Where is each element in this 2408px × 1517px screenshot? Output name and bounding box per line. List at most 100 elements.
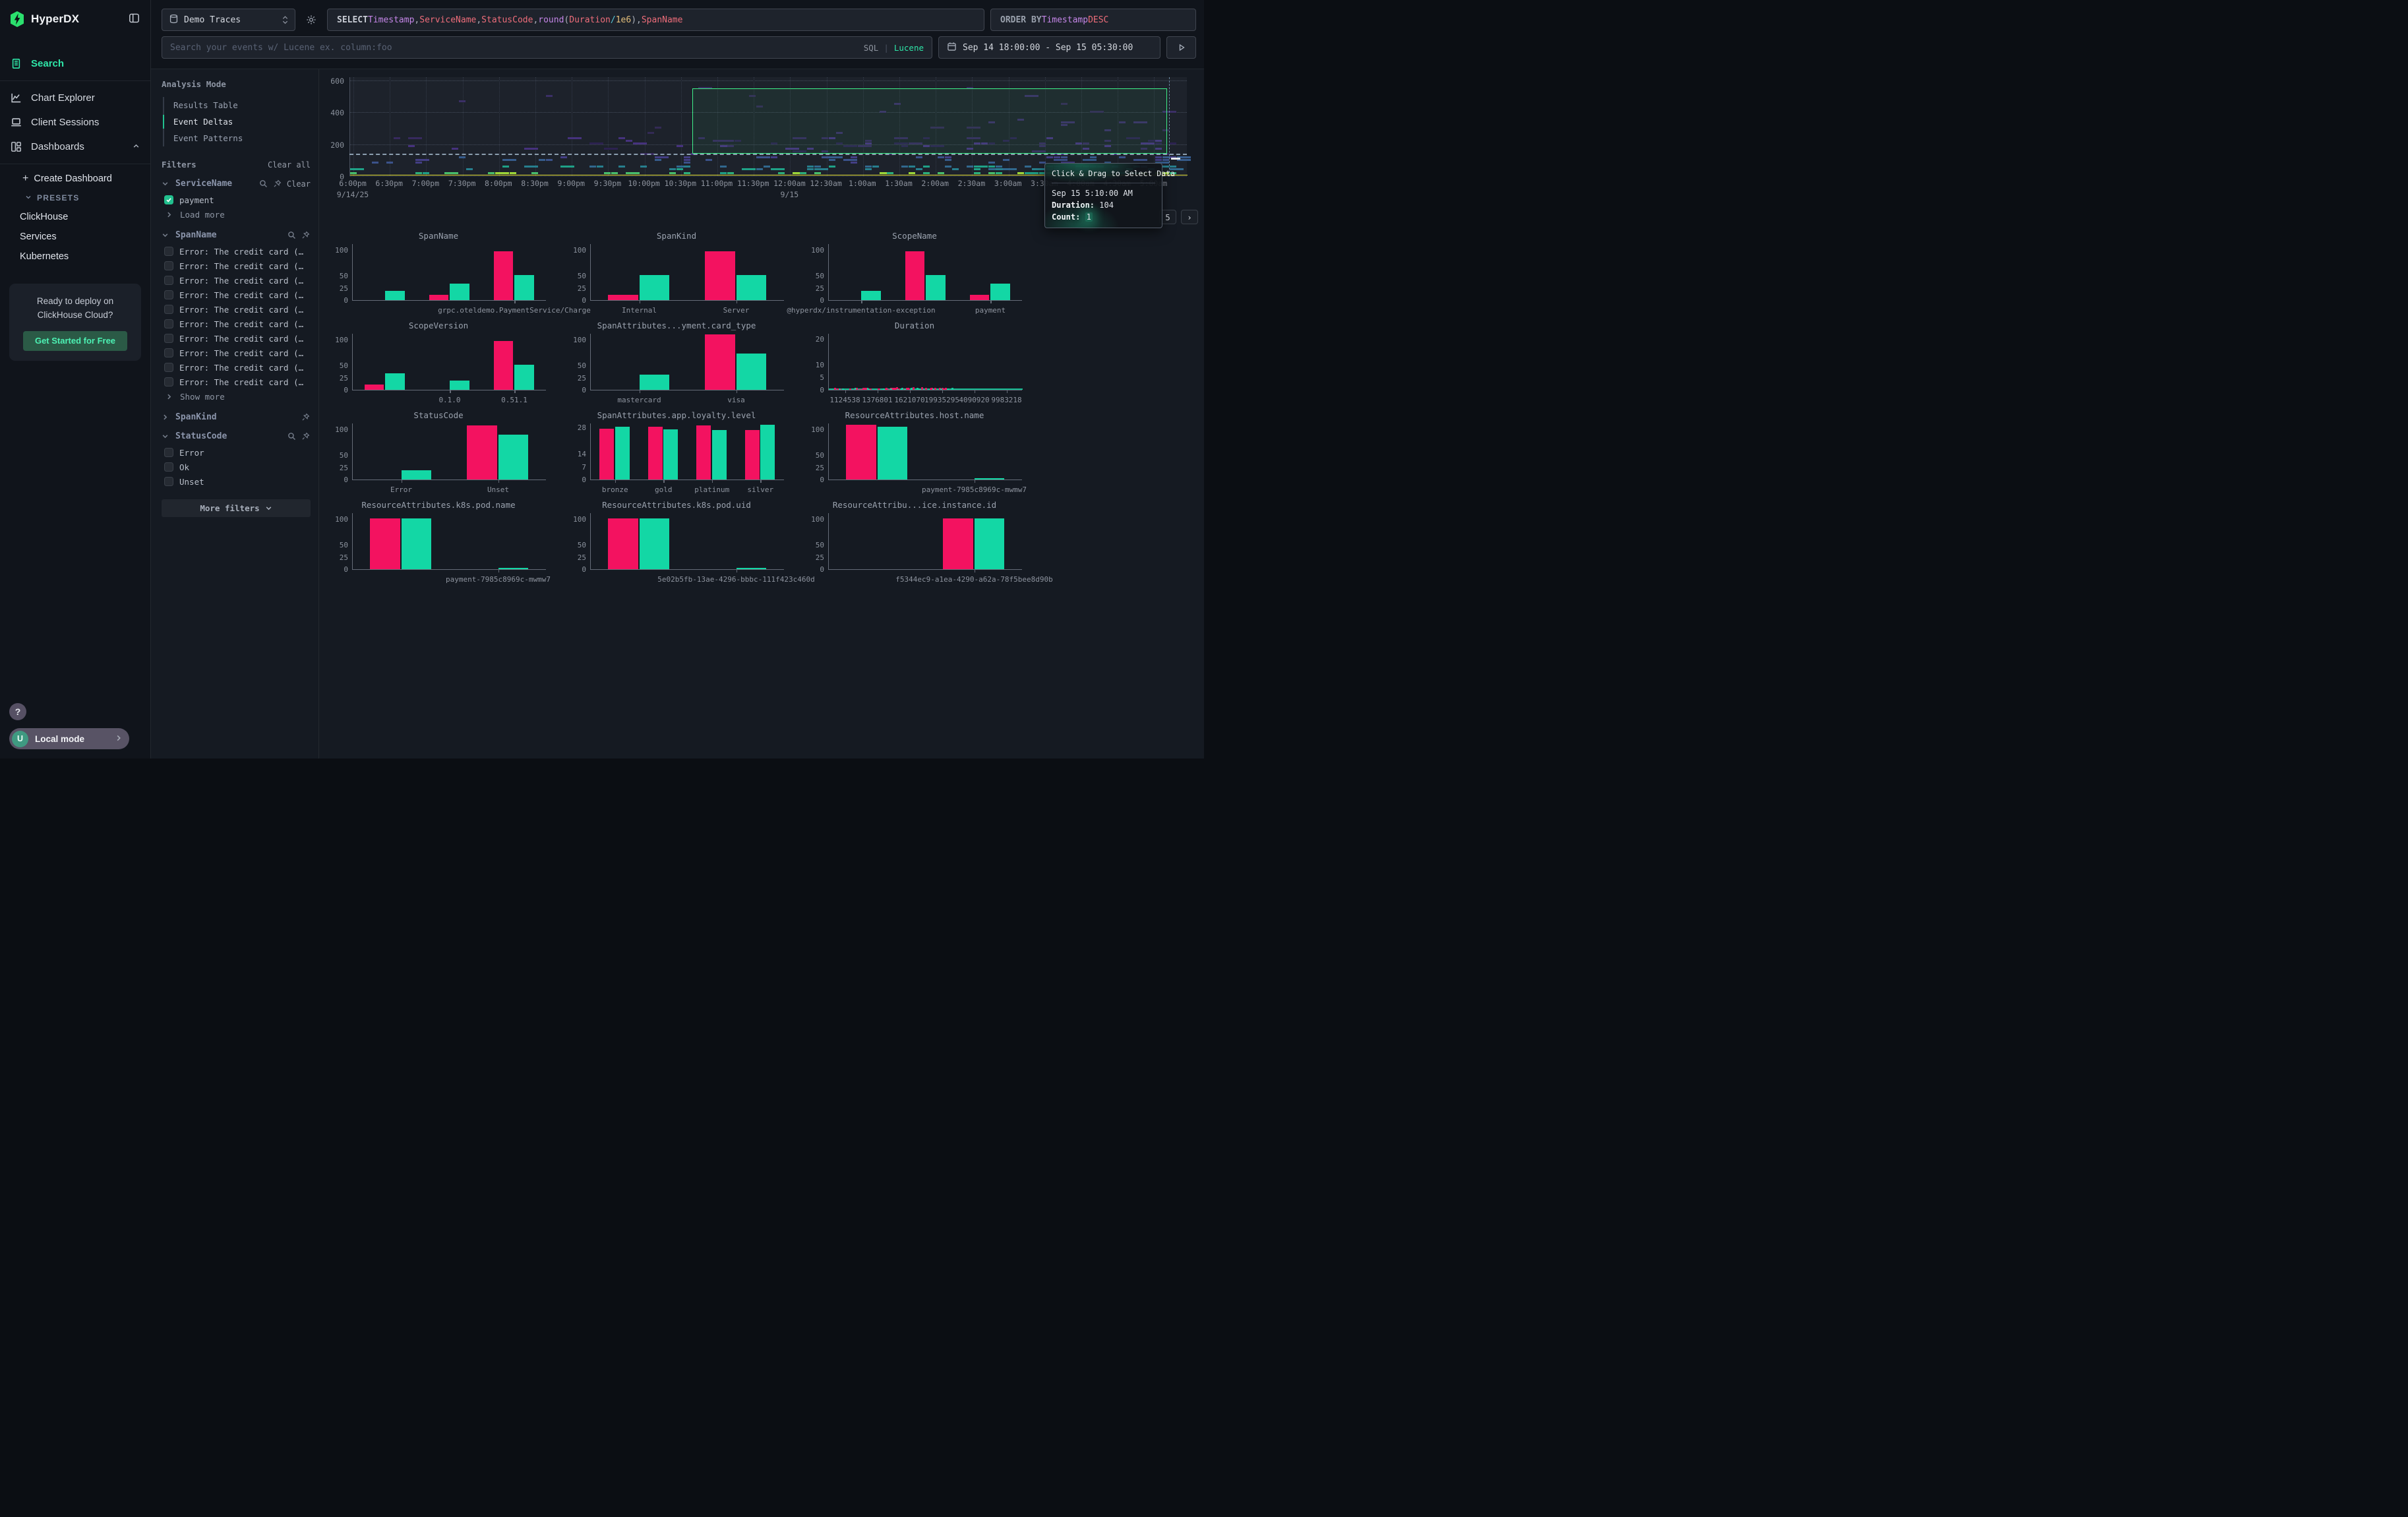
sidebar-item-kubernetes[interactable]: Kubernetes (0, 247, 150, 266)
filter-option[interactable]: Error: The credit card (… (162, 360, 311, 375)
checkbox[interactable] (164, 276, 173, 285)
inlier-bar (402, 518, 432, 569)
clear-filter-button[interactable]: Clear (287, 179, 311, 189)
filter-section-spanname: SpanNameError: The credit card (…Error: … (162, 230, 311, 403)
show-more-button[interactable]: Show more (162, 389, 311, 403)
pin-icon[interactable] (301, 231, 311, 240)
sidebar-item-client-sessions[interactable]: Client Sessions (0, 110, 150, 135)
checkbox[interactable] (164, 477, 173, 486)
checkbox[interactable] (164, 195, 173, 204)
checkbox[interactable] (164, 348, 173, 357)
chart-x-label: 1376801 (862, 396, 892, 404)
run-query-button[interactable] (1166, 36, 1196, 59)
filter-section-header[interactable]: SpanKind (162, 412, 311, 422)
filter-option[interactable]: payment (162, 193, 311, 207)
chart-title: ScopeVersion (330, 321, 547, 330)
checkbox[interactable] (164, 261, 173, 270)
sidebar-item-dashboards[interactable]: Dashboards (0, 135, 150, 159)
filter-section-header[interactable]: StatusCode (162, 431, 311, 441)
toggle-sql[interactable]: SQL (864, 43, 879, 53)
select-clause-input[interactable]: SELECT Timestamp, ServiceName, StatusCod… (327, 9, 984, 31)
pin-icon[interactable] (301, 413, 311, 422)
chart-y-tick: 28 (568, 423, 586, 432)
chart-x-label: silver (747, 485, 773, 494)
filter-option-label: Error: The credit card (… (179, 334, 303, 344)
checkbox[interactable] (164, 319, 173, 328)
cursor-marker (1171, 158, 1180, 160)
chart-y-tick: 100 (806, 515, 824, 524)
source-settings-gear-icon[interactable] (301, 10, 321, 30)
pagination-next-button[interactable]: › (1181, 210, 1198, 224)
get-started-button[interactable]: Get Started for Free (23, 331, 127, 351)
filter-option[interactable]: Error: The credit card (… (162, 346, 311, 360)
chart-plot: 071428bronzegoldplatinumsilver (590, 423, 784, 480)
filter-option[interactable]: Error: The credit card (… (162, 288, 311, 302)
load-more-button[interactable]: Load more (162, 207, 311, 221)
help-button[interactable]: ? (9, 703, 26, 720)
filter-section-header[interactable]: ServiceNameClear (162, 179, 311, 189)
sidebar-item-chart-explorer[interactable]: Chart Explorer (0, 86, 150, 110)
create-dashboard-button[interactable]: + Create Dashboard (0, 169, 150, 189)
chart-title: ResourceAttribu...ice.instance.id (806, 500, 1023, 510)
analysis-mode-option-results-table[interactable]: Results Table (164, 97, 311, 113)
main-area: ‹ 5 › Click & Drag to Select Data Sep 15… (319, 69, 1204, 758)
checkbox[interactable] (164, 363, 173, 372)
chart-x-label: 19935295 (924, 396, 959, 404)
filter-option[interactable]: Unset (162, 474, 311, 489)
chart-title: ResourceAttributes.k8s.pod.uid (568, 500, 785, 510)
query-token: 1e6 (616, 15, 631, 25)
checkbox[interactable] (164, 334, 173, 343)
delta-chart-resourceattributes-k8s-pod-uid: ResourceAttributes.k8s.pod.uid025501005e… (568, 500, 785, 586)
analysis-mode-option-event-patterns[interactable]: Event Patterns (164, 130, 311, 146)
filter-option[interactable]: Error: The credit card (… (162, 302, 311, 317)
more-filters-button[interactable]: More filters (162, 499, 311, 517)
sidebar-collapse-icon[interactable] (127, 11, 141, 27)
sidebar-item-search[interactable]: Search (0, 51, 150, 76)
search-icon[interactable] (259, 179, 268, 189)
sidebar-item-clickhouse[interactable]: ClickHouse (0, 207, 150, 227)
query-token: , (533, 15, 538, 25)
chart-plot: 02550100grpc.oteldemo.PaymentService/Cha… (352, 244, 546, 301)
search-input[interactable] (170, 43, 857, 53)
presets-toggle[interactable]: PRESETS (0, 189, 150, 207)
clear-all-button[interactable]: Clear all (268, 160, 311, 170)
heatmap-x-tick: 10:30pm (665, 179, 696, 188)
filter-section-name: StatusCode (175, 431, 283, 441)
account-menu[interactable]: U Local mode (9, 728, 129, 749)
chart-x-label: f5344ec9-a1ea-4290-a62a-78f5bee8d90b (895, 575, 1052, 584)
filter-option[interactable]: Error: The credit card (… (162, 244, 311, 259)
chart-x-label: Unset (487, 485, 509, 494)
filter-option[interactable]: Error (162, 445, 311, 460)
checkbox[interactable] (164, 305, 173, 314)
checkbox[interactable] (164, 290, 173, 299)
search-icon[interactable] (287, 231, 297, 240)
date-range-picker[interactable]: Sep 14 18:00:00 - Sep 15 05:30:00 (938, 36, 1160, 59)
outlier-bar (370, 518, 400, 569)
checkbox[interactable] (164, 448, 173, 457)
sidebar-item-services[interactable]: Services (0, 227, 150, 247)
pin-icon[interactable] (273, 179, 282, 189)
query-token: / (611, 15, 616, 25)
filter-section-header[interactable]: SpanName (162, 230, 311, 240)
search-icon[interactable] (287, 432, 297, 441)
filter-option[interactable]: Error: The credit card (… (162, 331, 311, 346)
delta-chart-scopeversion: ScopeVersion025501000.1.00.51.1 (330, 321, 547, 406)
filter-option[interactable]: Ok (162, 460, 311, 474)
toggle-lucene[interactable]: Lucene (894, 43, 924, 53)
selection-rectangle[interactable] (692, 88, 1167, 154)
filter-option[interactable]: Error: The credit card (… (162, 259, 311, 273)
checkbox[interactable] (164, 462, 173, 472)
filter-option[interactable]: Error: The credit card (… (162, 317, 311, 331)
filter-option[interactable]: Error: The credit card (… (162, 273, 311, 288)
filter-option[interactable]: Error: The credit card (… (162, 375, 311, 389)
chart-y-tick: 25 (568, 284, 586, 293)
pin-icon[interactable] (301, 432, 311, 441)
source-selector[interactable]: Demo Traces (162, 9, 295, 31)
checkbox[interactable] (164, 247, 173, 256)
filter-sections: ServiceNameClear paymentLoad more SpanName… (162, 179, 311, 489)
orderby-clause-input[interactable]: ORDER BY Timestamp DESC (990, 9, 1196, 31)
analysis-mode-option-event-deltas[interactable]: Event Deltas (164, 113, 311, 130)
inlier-bar (760, 425, 775, 480)
checkbox[interactable] (164, 377, 173, 387)
chart-title: SpanAttributes...yment.card_type (568, 321, 785, 330)
